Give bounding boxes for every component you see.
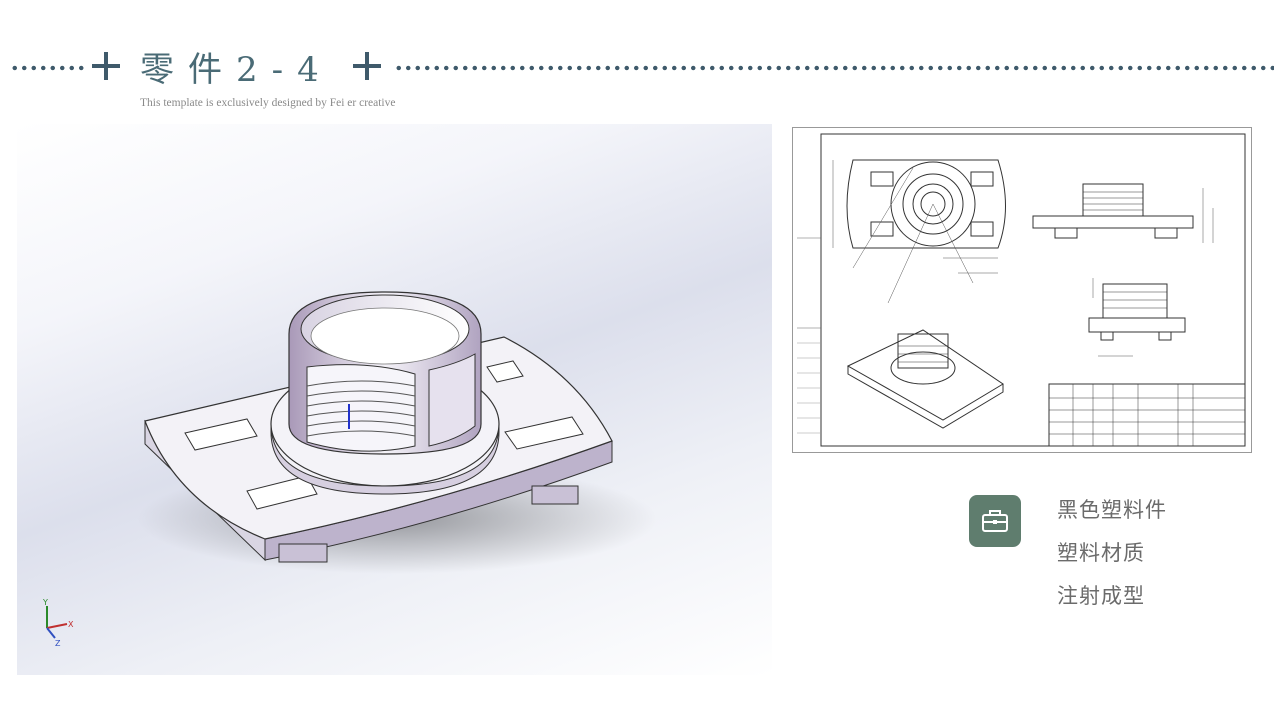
page-subtitle: This template is exclusively designed by… [140, 97, 396, 109]
axis-x-label: X [68, 620, 74, 629]
info-icon-badge [969, 495, 1021, 547]
header: 零件2-4 [0, 40, 1280, 100]
plus-icon [353, 52, 381, 80]
axis-z-label: Z [55, 639, 61, 648]
drawing-sheet [797, 133, 1246, 447]
engineering-drawing [792, 127, 1252, 453]
info-line-process: 注射成型 [1057, 584, 1145, 608]
axis-triad: Y X Z [42, 598, 74, 648]
plus-icon [92, 52, 120, 80]
part-3d-model [137, 291, 657, 574]
dotted-line-left [10, 65, 88, 71]
page-title: 零件2-4 [140, 50, 333, 90]
info-line-color: 黑色塑料件 [1057, 498, 1167, 522]
dotted-line-right [394, 65, 1274, 71]
info-line-material: 塑料材质 [1057, 541, 1145, 565]
axis-y-label: Y [42, 598, 48, 607]
model-render-viewport: Y X Z [17, 124, 772, 675]
briefcase-icon [982, 510, 1008, 532]
